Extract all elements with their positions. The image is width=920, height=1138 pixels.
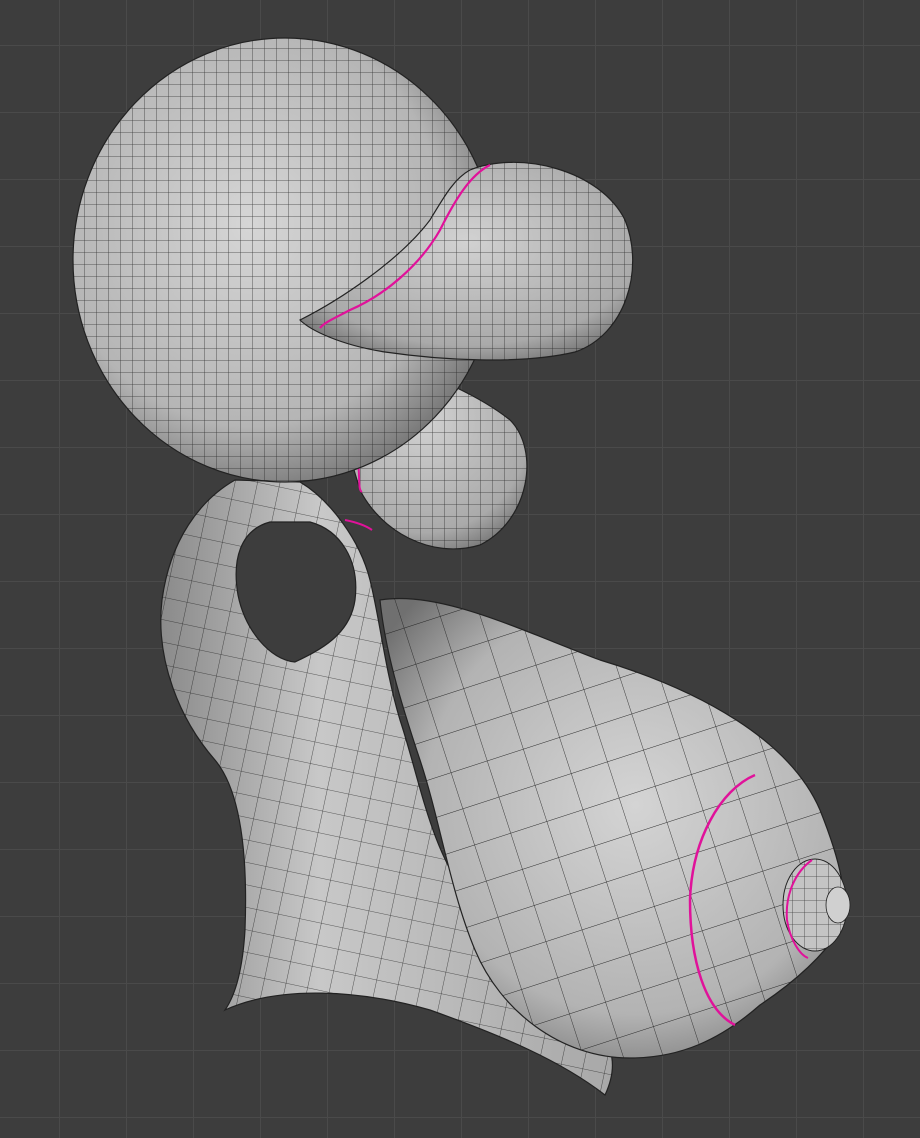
neck-seam bbox=[344, 519, 373, 531]
sculpt-mesh-icon[interactable] bbox=[0, 0, 920, 1138]
3d-viewport[interactable] bbox=[0, 0, 920, 1138]
